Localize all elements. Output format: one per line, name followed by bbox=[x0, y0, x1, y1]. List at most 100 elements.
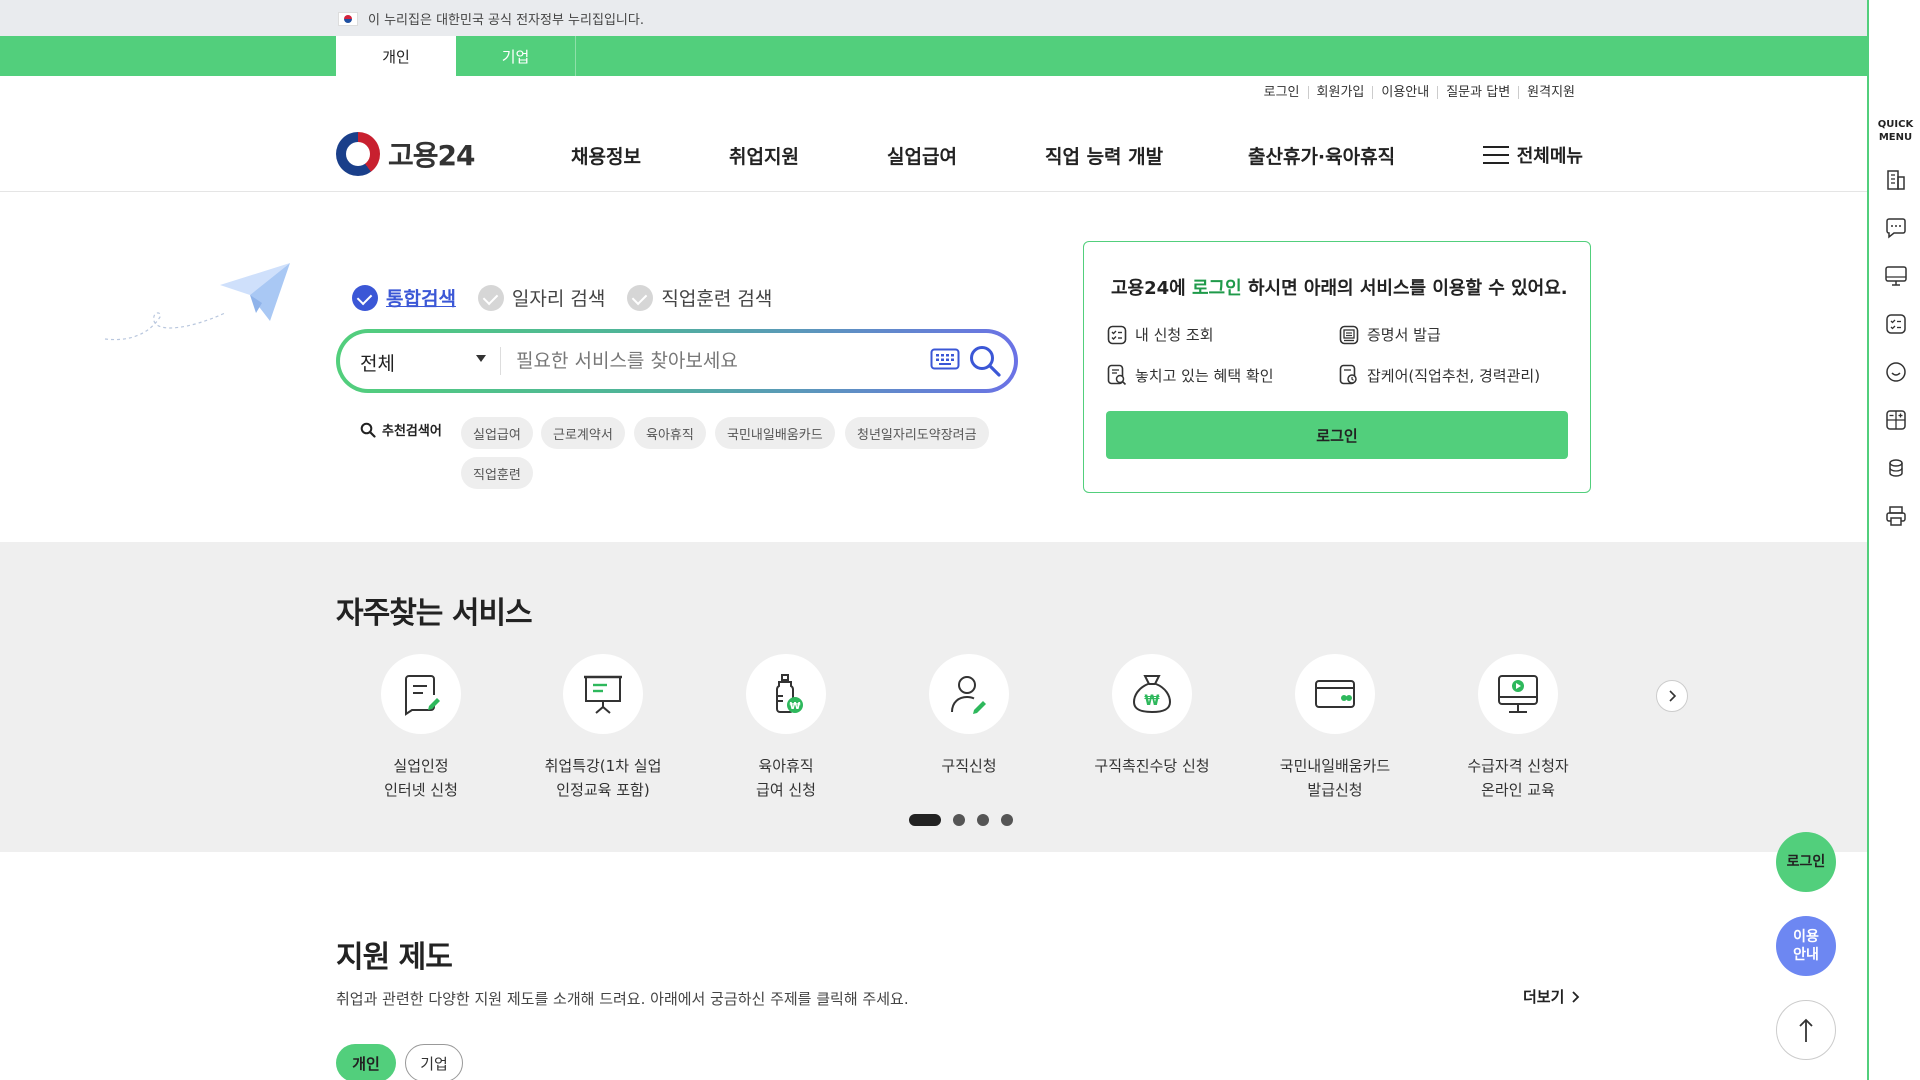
search-type-tabs: 통합검색 일자리 검색 직업훈련 검색 bbox=[352, 284, 772, 311]
service-label: 육아휴직 급여 신청 bbox=[756, 757, 816, 799]
more-link[interactable]: 더보기 bbox=[1523, 986, 1580, 1007]
search-icon[interactable] bbox=[968, 344, 1002, 378]
floating-login-button[interactable]: 로그인 bbox=[1776, 832, 1836, 892]
service-employment-lecture[interactable]: 취업특강(1차 실업 인정교육 포함) bbox=[513, 654, 693, 802]
nav-unemployment-benefits[interactable]: 실업급여 bbox=[887, 142, 957, 169]
svg-text:₩: ₩ bbox=[1144, 693, 1160, 709]
support-tab-business[interactable]: 기업 bbox=[405, 1044, 463, 1080]
util-guide-link[interactable]: 이용안내 bbox=[1372, 86, 1437, 99]
scroll-top-button[interactable] bbox=[1776, 1000, 1836, 1060]
quick-menu: QUICK MENU bbox=[1867, 0, 1920, 1080]
service-certificates[interactable]: 증명서 발급 bbox=[1339, 324, 1441, 345]
coin-icon[interactable] bbox=[1884, 456, 1908, 480]
support-title: 지원 제도 bbox=[336, 940, 453, 975]
money-bag-icon: ₩ bbox=[1132, 675, 1172, 714]
certificate-icon bbox=[1339, 325, 1359, 344]
page: 이 누리집은 대한민국 공식 전자정부 누리집입니다. 개인 기업 로그인 회원… bbox=[0, 0, 1920, 1080]
chevron-right-icon bbox=[1572, 990, 1580, 1003]
divider bbox=[500, 347, 501, 375]
pagination-dot[interactable] bbox=[977, 814, 989, 826]
service-parental-leave-benefit[interactable]: ₩ 육아휴직 급여 신청 bbox=[696, 654, 876, 802]
keyboard-icon[interactable] bbox=[930, 348, 960, 370]
list-check-icon bbox=[1107, 325, 1127, 344]
all-menu-label: 전체메뉴 bbox=[1516, 146, 1583, 167]
keyword-chip[interactable]: 국민내일배움카드 bbox=[715, 417, 835, 449]
service-label: 취업특강(1차 실업 인정교육 포함) bbox=[544, 757, 662, 799]
printer-icon[interactable] bbox=[1884, 504, 1908, 528]
util-signup-link[interactable]: 회원가입 bbox=[1307, 86, 1373, 99]
service-job-care[interactable]: 잡케어(직업추천, 경력관리) bbox=[1339, 364, 1540, 386]
search-tab-training[interactable]: 직업훈련 검색 bbox=[627, 284, 772, 311]
service-label: 구직신청 bbox=[941, 757, 997, 775]
baby-bottle-icon: ₩ bbox=[776, 674, 803, 713]
nav-jobs[interactable]: 채용정보 bbox=[571, 142, 641, 169]
service-job-seeking-allowance[interactable]: ₩ 구직촉진수당 신청 bbox=[1062, 654, 1242, 778]
support-tab-personal[interactable]: 개인 bbox=[336, 1044, 396, 1080]
main-nav: 채용정보 취업지원 실업급여 직업 능력 개발 출산휴가·육아휴직 bbox=[0, 120, 1867, 192]
service-job-seeking[interactable]: 구직신청 bbox=[879, 654, 1059, 778]
service-missed-benefits[interactable]: 놓치고 있는 혜택 확인 bbox=[1107, 364, 1274, 386]
chevron-right-icon bbox=[1669, 690, 1677, 702]
tab-personal[interactable]: 개인 bbox=[336, 36, 456, 76]
service-my-applications[interactable]: 내 신청 조회 bbox=[1107, 324, 1214, 345]
service-label: 실업인정 인터넷 신청 bbox=[384, 757, 458, 799]
logo-emblem-icon bbox=[336, 132, 380, 176]
pagination-dot[interactable] bbox=[909, 814, 941, 826]
calculator-icon[interactable] bbox=[1884, 408, 1908, 432]
smile-icon[interactable] bbox=[1884, 360, 1908, 384]
keyword-chip[interactable]: 근로계약서 bbox=[541, 417, 625, 449]
audience-tab-bar: 개인 기업 bbox=[0, 36, 1867, 76]
service-unemployment-recognition[interactable]: 실업인정 인터넷 신청 bbox=[331, 654, 511, 802]
util-login-link[interactable]: 로그인 bbox=[1256, 86, 1308, 99]
util-qna-link[interactable]: 질문과 답변 bbox=[1437, 86, 1518, 99]
search-tab-jobs[interactable]: 일자리 검색 bbox=[477, 284, 605, 311]
pagination-dot[interactable] bbox=[1001, 814, 1013, 826]
service-online-education[interactable]: 수급자격 신청자 온라인 교육 bbox=[1428, 654, 1608, 802]
search-small-icon bbox=[360, 422, 376, 438]
pagination-dot[interactable] bbox=[953, 814, 965, 826]
check-circle-icon bbox=[627, 284, 654, 311]
list-icon[interactable] bbox=[1884, 312, 1908, 336]
utility-links: 로그인 회원가입 이용안내 질문과 답변 원격지원 bbox=[1256, 86, 1583, 99]
nav-parental-leave[interactable]: 출산휴가·육아휴직 bbox=[1248, 142, 1395, 169]
search-scope-select[interactable]: 전체 bbox=[360, 349, 395, 376]
korea-flag-icon bbox=[338, 11, 358, 26]
util-remote-support-link[interactable]: 원격지원 bbox=[1518, 86, 1583, 99]
check-circle-icon bbox=[352, 284, 378, 311]
check-circle-icon bbox=[477, 284, 504, 311]
nav-skills-development[interactable]: 직업 능력 개발 bbox=[1045, 142, 1163, 169]
tab-business[interactable]: 기업 bbox=[456, 36, 576, 76]
all-menu-button[interactable]: 전체메뉴 bbox=[1482, 142, 1583, 168]
header: 채용정보 취업지원 실업급여 직업 능력 개발 출산휴가·육아휴직 고용24 전… bbox=[0, 120, 1867, 192]
floating-guide-button[interactable]: 이용 안내 bbox=[1776, 916, 1836, 976]
logo-text: 고용24 bbox=[388, 139, 475, 172]
login-button[interactable]: 로그인 bbox=[1106, 411, 1568, 459]
service-label: 국민내일배움카드 발급신청 bbox=[1279, 757, 1391, 799]
keyword-chip[interactable]: 청년일자리도약장려금 bbox=[845, 417, 989, 449]
document-pen-icon bbox=[405, 675, 440, 716]
carousel-next-button[interactable] bbox=[1656, 680, 1688, 712]
arrow-up-icon bbox=[1799, 1018, 1813, 1042]
chat-icon[interactable] bbox=[1884, 216, 1908, 240]
hamburger-icon bbox=[1482, 146, 1509, 164]
monitor-icon[interactable] bbox=[1884, 264, 1908, 288]
login-card: 고용24에 로그인 하시면 아래의 서비스를 이용할 수 있어요. 내 신청 조… bbox=[1083, 241, 1591, 493]
caret-down-icon[interactable] bbox=[476, 355, 486, 362]
site-logo[interactable]: 고용24 bbox=[336, 132, 475, 176]
service-label: 구직촉진수당 신청 bbox=[1094, 757, 1210, 775]
keyword-chip[interactable]: 직업훈련 bbox=[461, 457, 533, 489]
frequent-services-title: 자주찾는 서비스 bbox=[336, 596, 533, 631]
support-description: 취업과 관련한 다양한 지원 제도를 소개해 드려요. 아래에서 궁금하신 주제… bbox=[336, 990, 909, 1008]
nav-employment-support[interactable]: 취업지원 bbox=[729, 142, 799, 169]
main-column: 이 누리집은 대한민국 공식 전자정부 누리집입니다. 개인 기업 로그인 회원… bbox=[0, 0, 1867, 1080]
keyword-chip[interactable]: 육아휴직 bbox=[634, 417, 706, 449]
document-clock-icon bbox=[1339, 364, 1357, 385]
service-learning-card[interactable]: 국민내일배움카드 발급신청 bbox=[1245, 654, 1425, 802]
keyword-chip[interactable]: 실업급여 bbox=[461, 417, 533, 449]
monitor-play-icon bbox=[1498, 675, 1538, 713]
gov-banner-text: 이 누리집은 대한민국 공식 전자정부 누리집입니다. bbox=[368, 13, 644, 28]
service-label: 수급자격 신청자 온라인 교육 bbox=[1467, 757, 1569, 799]
building-icon[interactable] bbox=[1884, 168, 1908, 192]
search-tab-integrated[interactable]: 통합검색 bbox=[352, 284, 456, 311]
search-input[interactable] bbox=[516, 345, 916, 377]
